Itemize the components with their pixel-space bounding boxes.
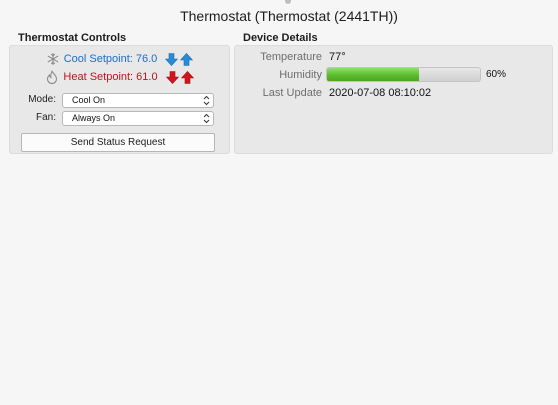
window-drag-handle[interactable] bbox=[285, 0, 291, 4]
mode-select[interactable]: Cool On bbox=[62, 93, 214, 108]
mode-select-value: Cool On bbox=[72, 95, 106, 105]
temperature-value: 77° bbox=[329, 51, 346, 63]
send-status-request-button[interactable]: Send Status Request bbox=[21, 133, 215, 152]
last-update-label: Last Update bbox=[262, 87, 322, 99]
thermostat-controls-panel: Cool Setpoint: 76.0 Heat Setpoint: 61.0 … bbox=[9, 45, 230, 154]
fan-select-value: Always On bbox=[72, 113, 116, 123]
humidity-progress-fill bbox=[327, 68, 419, 81]
cool-increase-arrow-icon[interactable] bbox=[180, 52, 194, 66]
thermostat-controls-heading: Thermostat Controls bbox=[18, 32, 127, 44]
humidity-progress-bar bbox=[326, 67, 481, 82]
heat-setpoint-label: Heat Setpoint: 61.0 bbox=[63, 71, 158, 83]
fan-label: Fan: bbox=[35, 112, 56, 123]
cool-setpoint-label: Cool Setpoint: 76.0 bbox=[63, 53, 158, 65]
snowflake-icon bbox=[46, 52, 60, 66]
heat-setpoint-row: Heat Setpoint: 61.0 bbox=[10, 69, 229, 85]
device-details-panel: Temperature 77° Humidity 60% Last Update… bbox=[234, 45, 553, 154]
select-chevron-icon bbox=[203, 113, 210, 124]
cool-decrease-arrow-icon[interactable] bbox=[165, 52, 179, 66]
heat-increase-arrow-icon[interactable] bbox=[180, 70, 194, 84]
mode-label: Mode: bbox=[28, 94, 56, 105]
humidity-percent: 60% bbox=[486, 69, 507, 80]
fan-select[interactable]: Always On bbox=[62, 111, 214, 126]
temperature-label: Temperature bbox=[260, 51, 322, 63]
select-chevron-icon bbox=[203, 95, 210, 106]
window-title: Thermostat (Thermostat (2441TH)) bbox=[180, 8, 398, 24]
humidity-label: Humidity bbox=[279, 69, 322, 81]
heat-decrease-arrow-icon[interactable] bbox=[165, 70, 179, 84]
flame-icon bbox=[45, 69, 59, 85]
cool-setpoint-row: Cool Setpoint: 76.0 bbox=[10, 52, 229, 66]
last-update-value: 2020-07-08 08:10:02 bbox=[329, 87, 432, 99]
device-details-heading: Device Details bbox=[243, 32, 318, 44]
